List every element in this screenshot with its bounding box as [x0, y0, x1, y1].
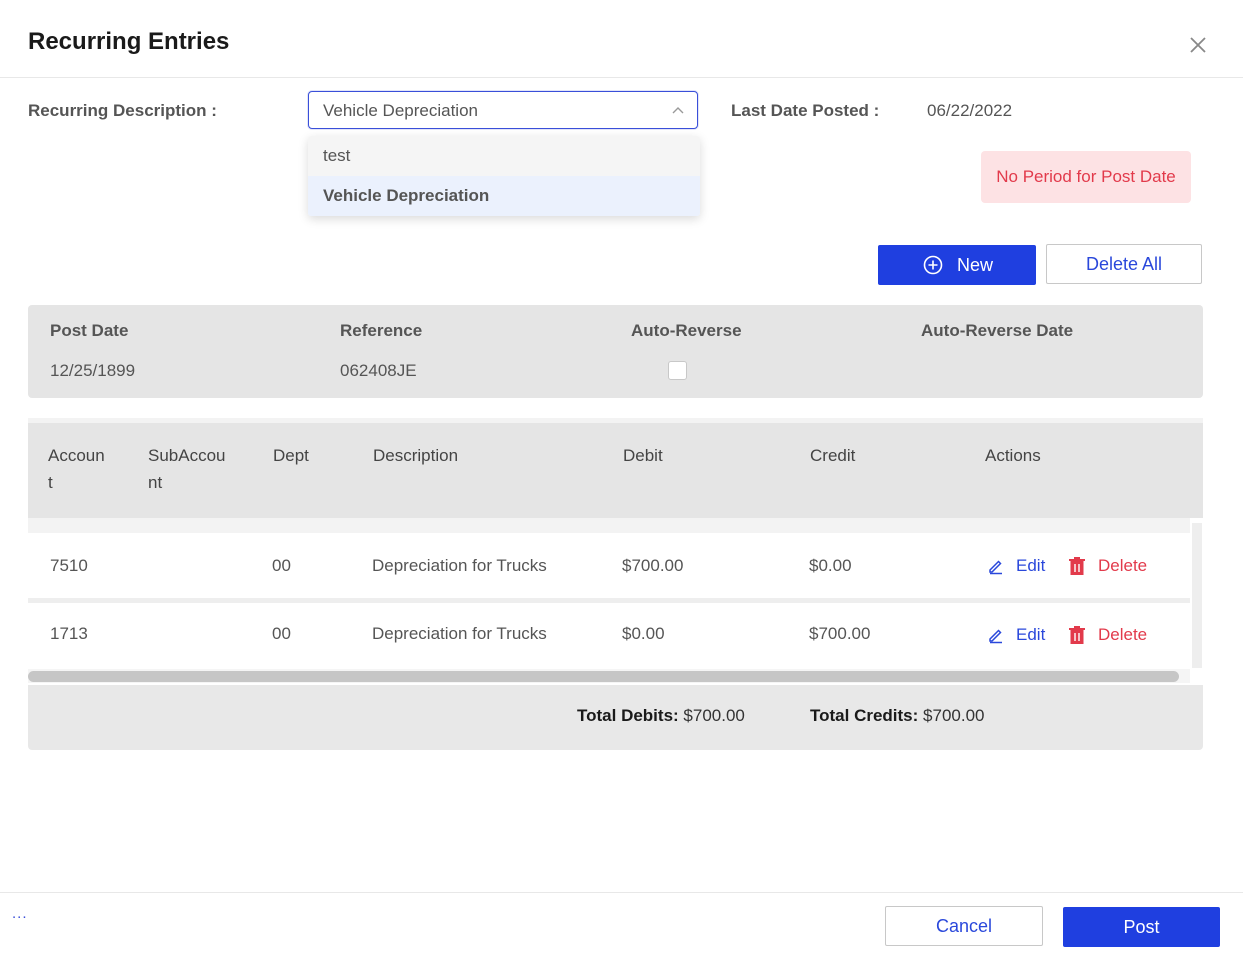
column-header-credit: Credit — [810, 446, 856, 465]
row-account: 7510 — [50, 556, 88, 575]
column-header-subaccount: SubAccou nt — [148, 446, 226, 492]
horizontal-scrollbar-thumb[interactable] — [28, 671, 1179, 682]
column-header-account: Accoun t — [48, 446, 105, 492]
row-credit: $700.00 — [809, 624, 871, 643]
new-button-label: New — [957, 255, 994, 275]
post-button[interactable]: Post — [1063, 907, 1220, 947]
post-info-panel — [28, 305, 1203, 398]
column-header-debit: Debit — [623, 446, 663, 465]
table-spacer — [28, 518, 1190, 533]
pencil-icon — [989, 629, 1002, 644]
delete-label: Delete — [1098, 625, 1148, 644]
cancel-button[interactable]: Cancel — [885, 906, 1043, 946]
auto-reverse-checkbox[interactable] — [668, 361, 687, 380]
new-button[interactable]: New — [878, 245, 1036, 285]
column-header-actions: Actions — [985, 446, 1041, 465]
column-header-description: Description — [373, 446, 459, 465]
row-description: Depreciation for Trucks — [372, 624, 547, 643]
vertical-scrollbar[interactable] — [1192, 523, 1202, 668]
post-date-header: Post Date — [50, 321, 129, 340]
row-account: 1713 — [50, 624, 88, 643]
last-date-posted-label: Last Date Posted : — [731, 101, 880, 120]
dialog-title: Recurring Entries — [28, 28, 230, 55]
row-debit: $700.00 — [622, 556, 684, 575]
recurring-description-select[interactable]: Vehicle Depreciation — [308, 91, 698, 129]
recurring-description-label: Recurring Description : — [28, 101, 217, 120]
row-description: Depreciation for Trucks — [372, 556, 547, 575]
pencil-icon — [989, 560, 1002, 575]
edit-label: Edit — [1016, 556, 1046, 575]
dropdown-option-test[interactable]: test — [308, 136, 700, 176]
trash-icon — [1069, 626, 1085, 644]
row-credit: $0.00 — [809, 556, 852, 575]
header-divider — [0, 77, 1243, 78]
last-date-posted-value: 06/22/2022 — [927, 101, 1013, 120]
trash-icon — [1069, 557, 1085, 575]
reference-header: Reference — [340, 321, 423, 340]
reference-value: 062408JE — [340, 361, 417, 380]
footer-divider — [0, 892, 1243, 893]
plus-circle-icon — [923, 255, 943, 275]
row-dept: 00 — [272, 556, 291, 575]
edit-label: Edit — [1016, 625, 1046, 644]
auto-reverse-date-header: Auto-Reverse Date — [921, 321, 1074, 340]
total-debits: Total Debits: $700.00 — [577, 706, 745, 725]
delete-all-button[interactable]: Delete All — [1046, 244, 1202, 284]
more-options-icon[interactable]: ... — [12, 905, 28, 922]
total-credits: Total Credits: $700.00 — [810, 706, 985, 725]
dropdown-option-vehicle-depreciation[interactable]: Vehicle Depreciation — [308, 176, 700, 216]
post-date-value: 12/25/1899 — [50, 361, 136, 380]
close-icon[interactable] — [1185, 32, 1211, 58]
no-period-alert: No Period for Post Date — [981, 151, 1191, 203]
description-dropdown: test Vehicle Depreciation — [308, 136, 700, 216]
chevron-up-icon — [672, 107, 684, 114]
recurring-description-value: Vehicle Depreciation — [323, 101, 478, 120]
auto-reverse-header: Auto-Reverse — [631, 321, 742, 340]
column-header-dept: Dept — [273, 446, 309, 465]
delete-label: Delete — [1098, 556, 1148, 575]
row-dept: 00 — [272, 624, 291, 643]
row-debit: $0.00 — [622, 624, 665, 643]
